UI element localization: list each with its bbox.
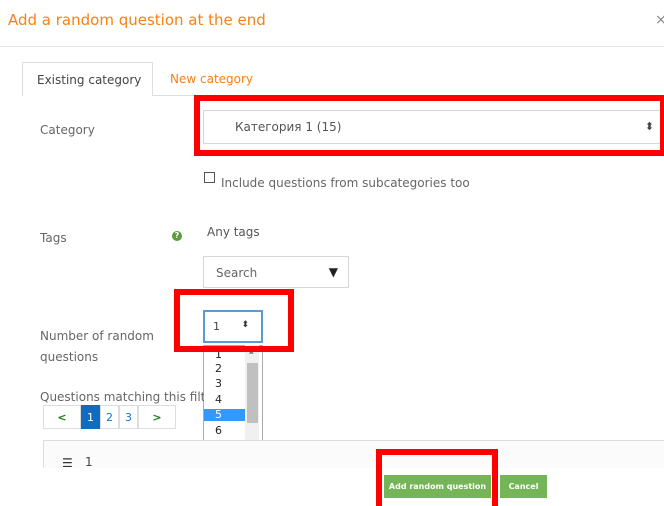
- annotation-highlight-add-button: [376, 449, 498, 506]
- number-option[interactable]: 3: [204, 378, 246, 390]
- pagination-prev[interactable]: <: [43, 405, 81, 429]
- results-list: [43, 440, 664, 468]
- pagination-page[interactable]: 3: [119, 405, 138, 429]
- pagination-next[interactable]: >: [138, 405, 176, 429]
- caret-down-icon: ▼: [328, 265, 338, 279]
- number-label-line1: Number of random: [40, 329, 154, 343]
- dropdown-scroll-thumb[interactable]: [247, 363, 258, 423]
- tags-value: Any tags: [207, 225, 260, 239]
- number-option[interactable]: 6: [204, 425, 246, 437]
- category-label: Category: [40, 123, 95, 137]
- tags-label: Tags: [40, 231, 67, 245]
- number-option[interactable]: 4: [204, 394, 246, 406]
- annotation-highlight-number: [174, 289, 294, 352]
- tags-search-dropdown[interactable]: Search ▼: [203, 256, 349, 288]
- help-icon[interactable]: ?: [172, 231, 182, 241]
- subcategories-label: Include questions from subcategories too: [221, 176, 470, 190]
- subcategories-checkbox[interactable]: [204, 172, 215, 183]
- number-label-line2: questions: [40, 350, 99, 364]
- annotation-highlight-category: [194, 95, 664, 156]
- number-option[interactable]: 2: [204, 363, 246, 375]
- number-of-questions-label: Number of random questions: [40, 326, 154, 368]
- pagination-page[interactable]: 2: [100, 405, 119, 429]
- list-item: 1: [85, 455, 93, 469]
- tags-search-placeholder: Search: [216, 266, 258, 280]
- tab-new-category[interactable]: New category: [170, 72, 253, 86]
- close-icon[interactable]: ×: [655, 12, 664, 28]
- list-icon: ☰: [62, 456, 73, 470]
- pagination-page[interactable]: 1: [81, 405, 100, 429]
- cancel-button[interactable]: Cancel: [500, 475, 547, 498]
- header-divider: [0, 46, 664, 47]
- number-option-highlighted[interactable]: 5: [204, 409, 246, 421]
- dialog-title: Add a random question at the end: [8, 11, 266, 29]
- questions-matching-label: Questions matching this filt: [40, 390, 204, 404]
- tab-existing-category[interactable]: Existing category: [22, 62, 153, 96]
